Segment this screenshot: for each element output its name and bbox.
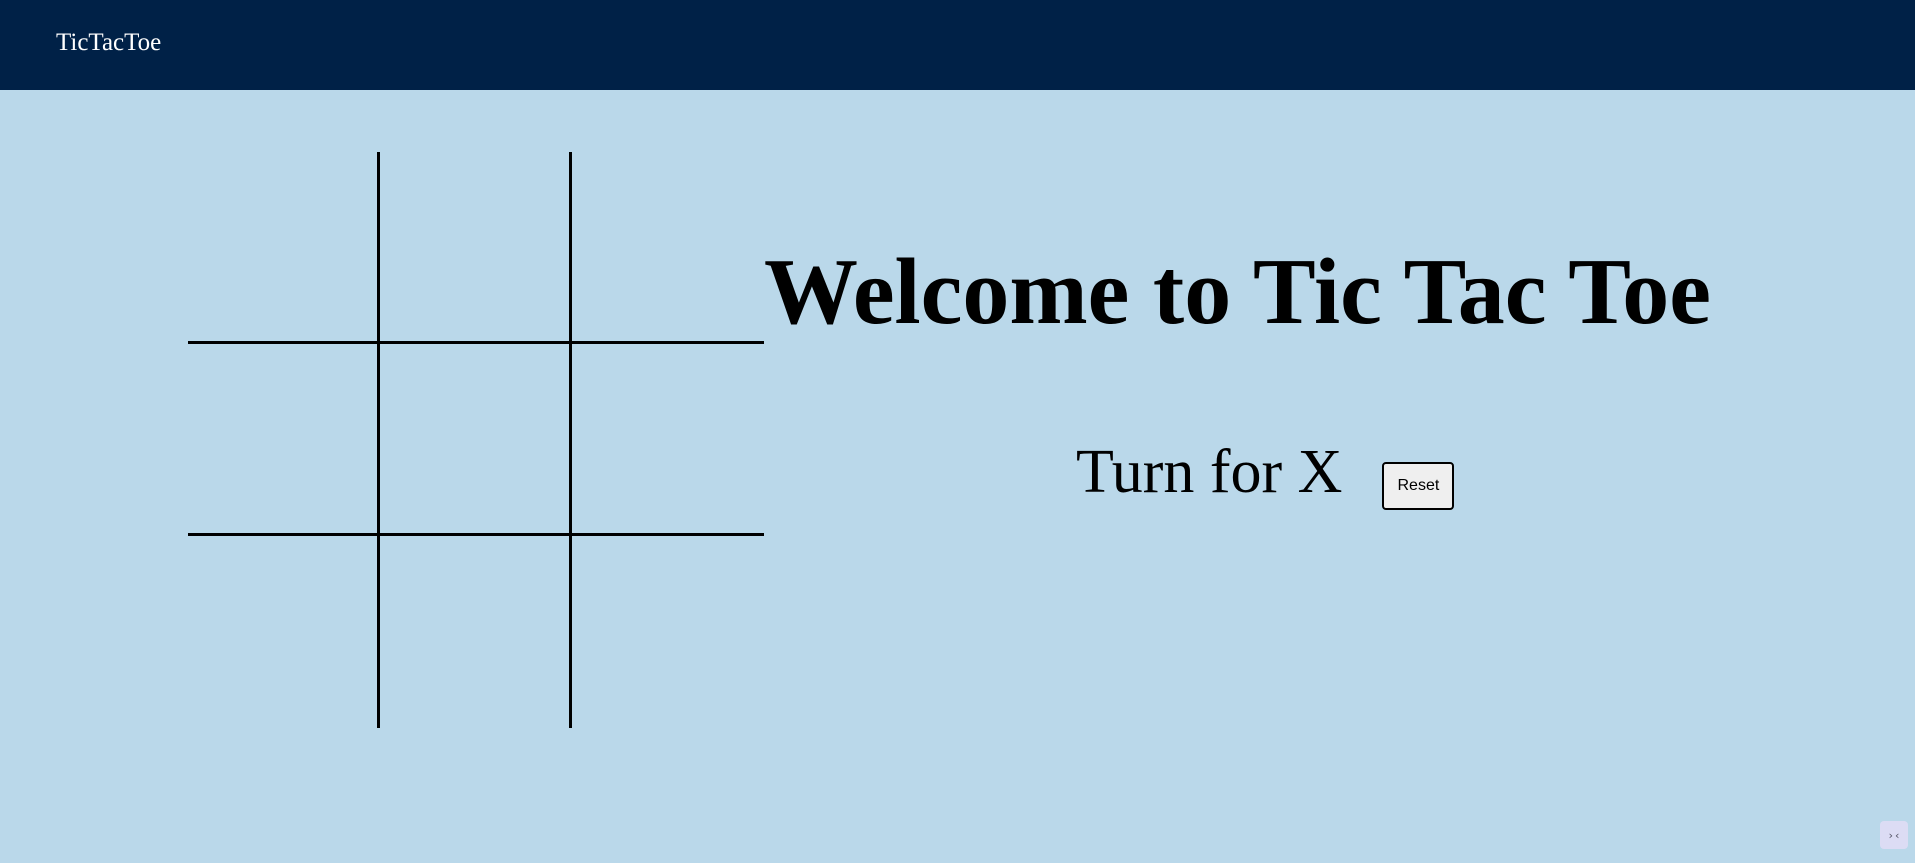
reset-button[interactable]: Reset xyxy=(1382,462,1455,510)
board-cell-8[interactable] xyxy=(572,536,764,728)
brand-link[interactable]: TicTacToe xyxy=(56,26,161,60)
board-cell-3[interactable] xyxy=(188,344,380,536)
board-cell-6[interactable] xyxy=(188,536,380,728)
navbar: TicTacToe xyxy=(0,0,1915,90)
turn-status: Turn for X xyxy=(1076,438,1343,506)
board-cell-7[interactable] xyxy=(380,536,572,728)
board-cell-0[interactable] xyxy=(188,152,380,344)
board-cell-4[interactable] xyxy=(380,344,572,536)
board-cell-1[interactable] xyxy=(380,152,572,344)
page-title: Welcome to Tic Tac Toe xyxy=(764,240,1712,344)
collapse-icon[interactable]: ›‹ xyxy=(1880,821,1908,849)
status-row: Turn for X Reset xyxy=(1076,432,1455,512)
game-board xyxy=(188,152,764,728)
board-cell-5[interactable] xyxy=(572,344,764,536)
board-cell-2[interactable] xyxy=(572,152,764,344)
